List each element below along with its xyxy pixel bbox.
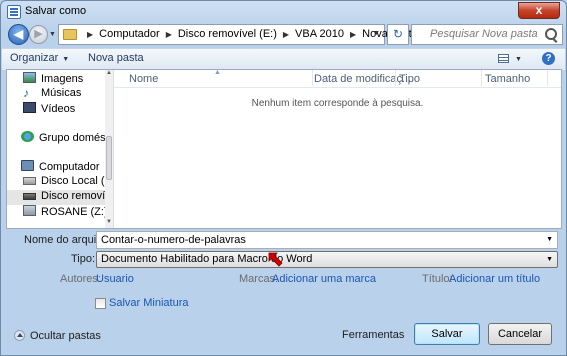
nav-item-disco-local[interactable]: Disco Local (C:) xyxy=(23,175,114,190)
filename-value: Contar-o-numero-de-palavras xyxy=(101,234,246,246)
video-icon xyxy=(23,102,36,113)
homegroup-icon xyxy=(21,131,34,142)
recent-pages-chevron-icon[interactable]: ▼ xyxy=(49,31,56,38)
search-box[interactable]: Pesquisar Nova pasta xyxy=(411,24,563,45)
help-icon[interactable]: ? xyxy=(542,52,555,65)
tools-button[interactable]: Ferramentas▼ xyxy=(342,329,420,341)
nav-item-label: Disco Local (C:) xyxy=(41,175,114,187)
save-button[interactable]: Salvar xyxy=(414,323,480,345)
chevron-down-icon[interactable]: ▼ xyxy=(546,236,553,243)
cancel-button[interactable]: Cancelar xyxy=(488,323,552,345)
chevron-down-icon: ▼ xyxy=(515,56,522,63)
nav-item-rosane[interactable]: ROSANE (Z:) xyxy=(23,205,108,220)
column-divider[interactable] xyxy=(312,70,313,86)
removable-disk-icon xyxy=(23,193,36,200)
column-headers: ▲ Nome Data de modificaç... Tipo Tamanho xyxy=(114,69,561,88)
browser-area: Imagens ♪Músicas Vídeos Grupo doméstico … xyxy=(6,69,562,229)
column-divider[interactable] xyxy=(395,70,396,86)
nav-item-computador[interactable]: Computador xyxy=(21,160,100,175)
authors-field[interactable]: Usuario xyxy=(96,273,134,285)
nav-item-label: ROSANE (Z:) xyxy=(41,206,108,218)
sort-ascending-icon: ▲ xyxy=(214,69,221,76)
title-label: Título: xyxy=(422,273,453,285)
scrollbar-thumb[interactable] xyxy=(106,136,112,180)
scroll-up-icon[interactable]: ▲ xyxy=(106,70,112,76)
nav-pane-scrollbar[interactable]: ▲ ▼ xyxy=(105,70,113,228)
column-divider[interactable] xyxy=(481,70,482,86)
breadcrumb-separator-icon[interactable]: ▶ xyxy=(166,30,172,39)
network-drive-icon xyxy=(23,205,36,216)
hide-folders-button[interactable]: Ocultar pastas xyxy=(14,330,101,342)
tags-field[interactable]: Adicionar uma marca xyxy=(272,273,376,285)
nav-item-imagens[interactable]: Imagens xyxy=(23,72,83,87)
command-toolbar: Organizar ▼ Nova pasta ▼ ? xyxy=(2,48,565,71)
navigation-pane: Imagens ♪Músicas Vídeos Grupo doméstico … xyxy=(7,70,114,228)
folder-icon xyxy=(63,29,77,40)
nav-item-label: Disco removível xyxy=(41,190,114,202)
column-header-tipo[interactable]: Tipo xyxy=(399,73,420,85)
tools-label: Ferramentas xyxy=(342,329,405,341)
back-button[interactable]: ◀ xyxy=(8,24,29,45)
breadcrumb-disco-removivel[interactable]: Disco removível (E:) xyxy=(178,28,277,40)
file-type-select[interactable]: Documento Habilitado para Macro do Word … xyxy=(96,251,558,268)
details-view-icon xyxy=(498,53,509,63)
nav-item-musicas[interactable]: ♪ Músicas xyxy=(23,87,81,102)
nav-item-disco-removivel[interactable]: Disco removível xyxy=(7,190,113,205)
save-thumbnail-checkbox[interactable] xyxy=(95,298,106,309)
refresh-icon: ↻ xyxy=(392,27,404,41)
breadcrumb-separator-icon[interactable]: ▶ xyxy=(283,30,289,39)
title-field[interactable]: Adicionar um título xyxy=(449,273,540,285)
address-dropdown-icon[interactable]: ▼ xyxy=(373,30,380,37)
breadcrumb-vba-2010[interactable]: VBA 2010 xyxy=(295,28,344,40)
chevron-down-icon: ▼ xyxy=(62,56,70,63)
music-icon: ♪ xyxy=(23,86,29,100)
save-as-dialog: Salvar como x ◀ ▶ ▼ ▶ Computador ▶ Disco re… xyxy=(0,0,567,356)
nav-item-label: Grupo doméstico xyxy=(39,132,113,144)
collapse-up-icon xyxy=(14,330,25,341)
column-header-tamanho[interactable]: Tamanho xyxy=(485,73,530,85)
column-divider[interactable] xyxy=(547,70,548,86)
scroll-down-icon[interactable]: ▼ xyxy=(106,219,112,225)
organize-label: Organizar xyxy=(10,52,59,64)
refresh-button[interactable]: ↻ xyxy=(387,24,409,45)
search-input[interactable]: Pesquisar Nova pasta xyxy=(430,28,538,40)
authors-label: Autores: xyxy=(60,273,101,285)
forward-button[interactable]: ▶ xyxy=(29,25,48,44)
empty-message: Nenhum item corresponde à pesquisa. xyxy=(251,98,424,109)
type-label: Tipo: xyxy=(71,253,96,265)
breadcrumb-separator-icon[interactable]: ▶ xyxy=(87,30,93,39)
breadcrumb-separator-icon[interactable]: ▶ xyxy=(350,30,356,39)
organize-button[interactable]: Organizar ▼ xyxy=(10,52,69,64)
save-form: Nome do arquivo: Contar-o-numero-de-pala… xyxy=(2,230,565,355)
navigation-bar: ◀ ▶ ▼ ▶ Computador ▶ Disco removível (E:) ▶ V… xyxy=(6,24,563,46)
save-thumbnail-label[interactable]: Salvar Miniatura xyxy=(109,297,188,309)
local-disk-icon xyxy=(23,177,36,185)
images-icon xyxy=(23,72,36,83)
column-header-data[interactable]: Data de modificaç... xyxy=(314,73,411,85)
nav-item-videos[interactable]: Vídeos xyxy=(23,102,75,117)
close-button[interactable]: x xyxy=(518,2,560,19)
nav-item-label: Músicas xyxy=(41,87,82,99)
search-icon[interactable] xyxy=(545,28,557,40)
breadcrumb-computador[interactable]: Computador xyxy=(99,28,160,40)
dialog-icon xyxy=(7,5,21,19)
window-title: Salvar como xyxy=(25,5,87,17)
title-bar: Salvar como x xyxy=(1,1,566,23)
computer-icon xyxy=(21,160,34,171)
column-header-nome[interactable]: Nome xyxy=(129,73,158,85)
nav-item-label: Computador xyxy=(39,161,100,173)
hide-folders-label: Ocultar pastas xyxy=(30,330,101,342)
nav-item-grupo-domestico[interactable]: Grupo doméstico xyxy=(21,131,113,146)
chevron-down-icon[interactable]: ▼ xyxy=(546,256,553,263)
address-bar[interactable]: ▶ Computador ▶ Disco removível (E:) ▶ VBA 201… xyxy=(58,24,418,45)
file-list: ▲ Nome Data de modificaç... Tipo Tamanho… xyxy=(114,69,561,228)
new-folder-button[interactable]: Nova pasta xyxy=(88,52,144,64)
nav-item-label: Imagens xyxy=(41,73,84,85)
annotation-arrow-icon xyxy=(268,252,283,267)
filename-field[interactable]: Contar-o-numero-de-palavras ▼ xyxy=(96,231,558,249)
nav-item-label: Vídeos xyxy=(41,103,76,115)
breadcrumb: ▶ Computador ▶ Disco removível (E:) ▶ VBA 201… xyxy=(81,28,418,40)
change-view-button[interactable]: ▼ xyxy=(498,52,522,64)
